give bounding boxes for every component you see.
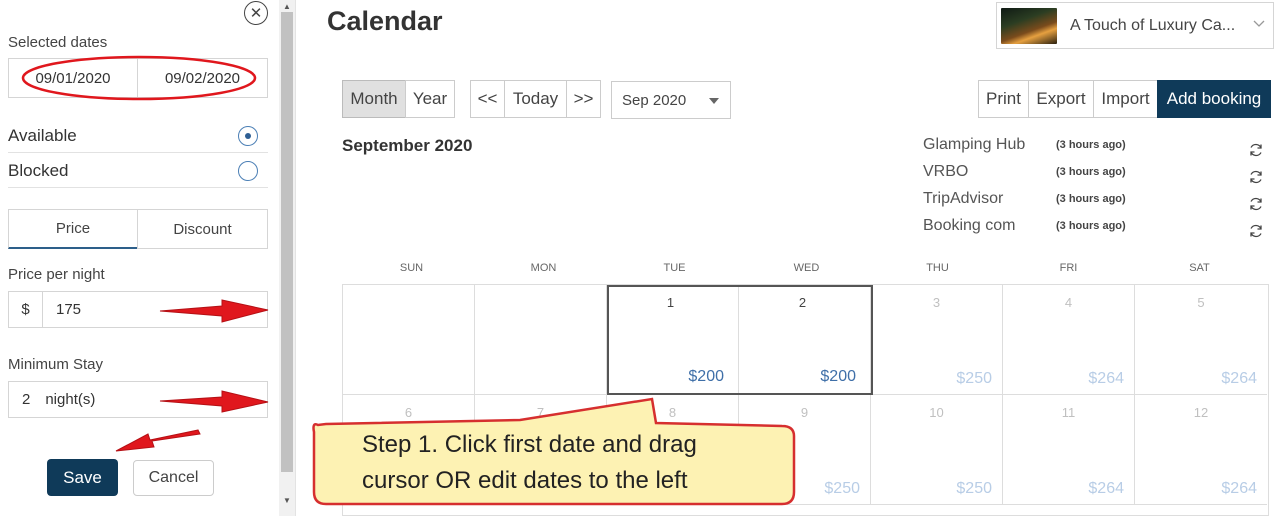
price-per-night-label: Price per night bbox=[8, 266, 105, 283]
available-label: Available bbox=[8, 125, 77, 145]
day-cell[interactable]: 5 $264 bbox=[1135, 285, 1267, 395]
month-select[interactable]: Sep 2020 bbox=[611, 81, 731, 119]
sync-source-time: (3 hours ago) bbox=[1056, 193, 1126, 205]
day-price: $264 bbox=[1221, 370, 1257, 387]
minimum-stay-label: Minimum Stay bbox=[8, 356, 104, 373]
day-cell[interactable]: 4 $264 bbox=[1003, 285, 1135, 395]
refresh-icon[interactable] bbox=[1248, 196, 1264, 212]
refresh-icon[interactable] bbox=[1248, 169, 1264, 185]
instruction-callout-text: Step 1. Click first date and drag cursor… bbox=[362, 427, 782, 499]
end-date-field[interactable]: 09/02/2020 bbox=[137, 58, 268, 98]
day-cell-empty bbox=[475, 285, 607, 395]
minimum-stay-unit: night(s) bbox=[45, 391, 96, 408]
day-number: 9 bbox=[800, 405, 809, 420]
weekday-fri: FRI bbox=[1059, 262, 1078, 274]
available-radio[interactable] bbox=[238, 125, 258, 146]
save-button[interactable]: Save bbox=[47, 459, 118, 496]
blocked-label: Blocked bbox=[8, 160, 69, 180]
property-name: A Touch of Luxury Ca... bbox=[1070, 16, 1236, 34]
start-date-field[interactable]: 09/01/2020 bbox=[8, 58, 138, 98]
day-number: 10 bbox=[929, 405, 944, 420]
minimum-stay-value: 2 bbox=[22, 391, 31, 408]
prev-month-button[interactable]: << bbox=[470, 80, 505, 118]
day-price: $264 bbox=[1088, 480, 1124, 497]
month-heading: September 2020 bbox=[342, 136, 473, 155]
day-number: 7 bbox=[536, 405, 545, 420]
print-button[interactable]: Print bbox=[978, 80, 1029, 118]
currency-symbol: $ bbox=[9, 292, 43, 327]
callout-line-2: cursor OR edit dates to the left bbox=[362, 467, 688, 494]
available-option[interactable]: Available bbox=[8, 119, 268, 153]
chevron-down-icon bbox=[1253, 20, 1265, 27]
page-title: Calendar bbox=[327, 6, 443, 36]
blocked-option[interactable]: Blocked bbox=[8, 154, 268, 188]
minimum-stay-input[interactable]: 2 night(s) bbox=[8, 381, 268, 418]
price-value: 175 bbox=[56, 301, 82, 318]
selected-dates-label: Selected dates bbox=[8, 34, 108, 51]
refresh-icon[interactable] bbox=[1248, 142, 1264, 158]
add-booking-button[interactable]: Add booking bbox=[1157, 80, 1271, 118]
day-number: 3 bbox=[932, 295, 941, 310]
day-price: $250 bbox=[824, 480, 860, 497]
caret-down-icon bbox=[709, 98, 719, 104]
day-number: 8 bbox=[668, 405, 677, 420]
day-price: $250 bbox=[956, 370, 992, 387]
day-price: $250 bbox=[956, 480, 992, 497]
tab-discount[interactable]: Discount bbox=[137, 209, 268, 249]
month-select-value: Sep 2020 bbox=[622, 91, 687, 109]
refresh-icon[interactable] bbox=[1248, 223, 1264, 239]
export-button[interactable]: Export bbox=[1028, 80, 1094, 118]
weekday-tue: TUE bbox=[663, 262, 686, 274]
day-number: 4 bbox=[1064, 295, 1073, 310]
day-cell[interactable]: 3 $250 bbox=[871, 285, 1003, 395]
weekday-mon: MON bbox=[530, 262, 557, 274]
day-cell-empty bbox=[343, 285, 475, 395]
day-cell[interactable]: 10 $250 bbox=[871, 395, 1003, 505]
sync-source-name: Booking com bbox=[923, 217, 1016, 234]
selected-range-outline bbox=[607, 285, 873, 395]
weekday-sun: SUN bbox=[399, 262, 424, 274]
property-select[interactable]: A Touch of Luxury Ca... bbox=[996, 2, 1274, 49]
sync-source-name: Glamping Hub bbox=[923, 136, 1026, 153]
close-icon[interactable]: ✕ bbox=[244, 1, 268, 25]
tab-price[interactable]: Price bbox=[8, 209, 138, 249]
year-view-button[interactable]: Year bbox=[405, 80, 455, 118]
day-number: 6 bbox=[404, 405, 413, 420]
blocked-radio[interactable] bbox=[238, 160, 258, 181]
day-number: 5 bbox=[1197, 295, 1205, 310]
day-price: $264 bbox=[1088, 370, 1124, 387]
day-number: 11 bbox=[1061, 405, 1076, 420]
date-edit-panel: ✕ Selected dates 09/01/2020 09/02/2020 A… bbox=[0, 0, 296, 516]
sync-source-name: VRBO bbox=[923, 163, 969, 180]
next-month-button[interactable]: >> bbox=[566, 80, 601, 118]
day-number: 12 bbox=[1193, 405, 1209, 420]
weekday-wed: WED bbox=[793, 262, 820, 274]
day-cell[interactable]: 12 $264 bbox=[1135, 395, 1267, 505]
cancel-button[interactable]: Cancel bbox=[133, 460, 214, 496]
day-cell[interactable]: 11 $264 bbox=[1003, 395, 1135, 505]
sync-source-time: (3 hours ago) bbox=[1056, 166, 1126, 178]
sync-source-time: (3 hours ago) bbox=[1056, 220, 1126, 232]
price-input[interactable]: $ 175 bbox=[8, 291, 268, 328]
day-price: $264 bbox=[1221, 480, 1257, 497]
import-button[interactable]: Import bbox=[1093, 80, 1158, 118]
today-button[interactable]: Today bbox=[504, 80, 567, 118]
month-view-button[interactable]: Month bbox=[342, 80, 406, 118]
sync-source-time: (3 hours ago) bbox=[1056, 139, 1126, 151]
scroll-down-icon[interactable]: ▼ bbox=[279, 494, 295, 506]
scroll-up-icon[interactable]: ▲ bbox=[279, 0, 295, 12]
property-thumbnail bbox=[1001, 7, 1057, 44]
weekday-sat: SAT bbox=[1189, 262, 1210, 274]
callout-line-1: Step 1. Click first date and drag bbox=[362, 431, 697, 458]
weekday-thu: THU bbox=[926, 262, 949, 274]
sync-source-name: TripAdvisor bbox=[923, 190, 1004, 207]
scrollbar-thumb[interactable] bbox=[281, 12, 293, 472]
